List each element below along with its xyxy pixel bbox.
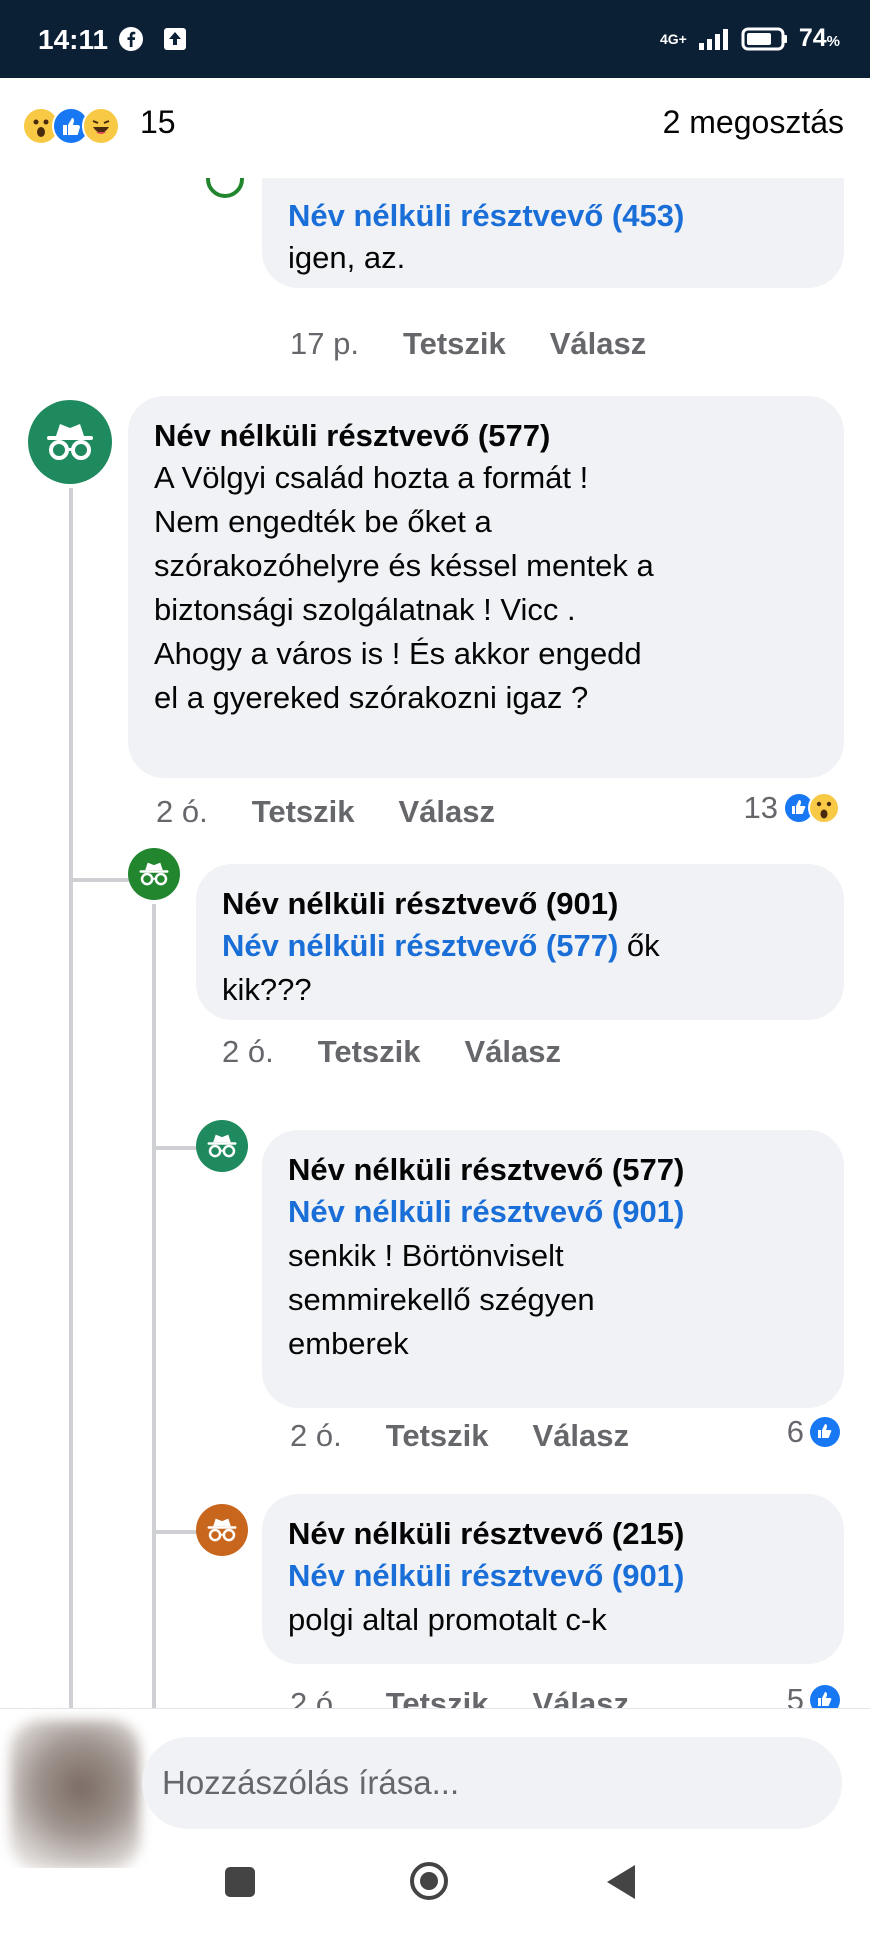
avatar-901[interactable]: [128, 848, 180, 900]
reply-button[interactable]: Válasz: [399, 794, 496, 830]
comment-actions: 17 p. Tetszik Válasz: [290, 326, 646, 362]
comment-line-3: emberek: [288, 1326, 409, 1361]
reaction-count-badge[interactable]: 6: [787, 1414, 842, 1450]
partial-avatar: [206, 178, 244, 198]
comment-line-1: senkik ! Börtönviselt: [288, 1238, 564, 1273]
reaction-number: 6: [786, 1414, 804, 1449]
anonymous-incognito-icon: [207, 1518, 237, 1542]
comment-time: 17 p.: [290, 326, 359, 361]
shares-count[interactable]: 2 megosztás: [663, 104, 844, 141]
user-avatar[interactable]: [10, 1720, 140, 1870]
anonymous-incognito-icon: [47, 424, 93, 460]
battery-icon: [741, 27, 787, 50]
comment-bubble-901: Név nélküli résztvevő (901) Név nélküli …: [196, 864, 844, 1020]
reply-button[interactable]: Válasz: [533, 1686, 630, 1708]
like-button[interactable]: Tetszik: [386, 1418, 489, 1454]
reaction-number: 13: [743, 790, 778, 825]
comment-line-6: el a gyereked szórakozni igaz ?: [154, 680, 589, 715]
like-button[interactable]: Tetszik: [252, 794, 355, 830]
comment-actions: 2 ó. Tetszik Válasz: [222, 1034, 561, 1070]
back-button[interactable]: [607, 1865, 635, 1899]
status-time: 14:11: [38, 24, 109, 55]
reaction-count-badge[interactable]: 5: [787, 1682, 842, 1708]
comment-line-5: Ahogy a város is ! És akkor engedd: [154, 636, 642, 671]
like-button[interactable]: Tetszik: [386, 1686, 489, 1708]
reply-button[interactable]: Válasz: [465, 1034, 562, 1070]
anonymous-incognito-icon: [139, 862, 169, 886]
status-right: 4G+ 74%: [660, 24, 840, 53]
mention-link[interactable]: Név nélküli résztvevő (901): [288, 1554, 818, 1598]
avatar-577-nested[interactable]: [196, 1120, 248, 1172]
comment-text: ők: [618, 928, 660, 963]
mention-link[interactable]: Név nélküli résztvevő (453): [288, 196, 818, 236]
comment-text: igen, az.: [288, 240, 406, 275]
thread-line: [69, 488, 73, 1708]
reply-connector: [152, 1530, 198, 1534]
comment-line-3: szórakozóhelyre és késsel mentek a: [154, 548, 654, 583]
mention-link[interactable]: Név nélküli résztvevő (577): [222, 928, 618, 963]
anonymous-incognito-icon: [207, 1134, 237, 1158]
like-reaction-icon: [810, 1417, 840, 1447]
battery-percent: 74: [798, 24, 827, 52]
reply-button[interactable]: Válasz: [550, 326, 647, 362]
comment-line-1: A Völgyi család hozta a formát !: [154, 460, 589, 495]
reply-button[interactable]: Válasz: [533, 1418, 630, 1454]
haha-reaction-icon: [82, 107, 120, 145]
like-reaction-icon: [810, 1685, 840, 1708]
comment-actions: 2 ó. Tetszik Válasz: [156, 794, 495, 830]
comment-bubble-215: Név nélküli résztvevő (215) Név nélküli …: [262, 1494, 844, 1664]
comment-bubble-577-reply: Név nélküli résztvevő (577) Név nélküli …: [262, 1130, 844, 1408]
comment-author[interactable]: Név nélküli résztvevő (901): [222, 884, 818, 924]
reaction-count[interactable]: 15: [140, 104, 176, 141]
comment-time: 2 ó.: [222, 1034, 274, 1069]
comment-time: 2 ó.: [290, 1686, 342, 1708]
comment-bubble-453: Név nélküli résztvevő (453) igen, az.: [262, 178, 844, 288]
thread-line-nested: [152, 904, 156, 1708]
comment-line-4: biztonsági szolgálatnak ! Vicc .: [154, 592, 576, 627]
facebook-icon: [119, 27, 143, 51]
comment-actions: 2 ó. Tetszik Válasz: [290, 1418, 629, 1454]
comment-author[interactable]: Név nélküli résztvevő (577): [154, 416, 818, 456]
comment-actions: 2 ó. Tetszik Válasz: [290, 1686, 629, 1708]
comment-time: 2 ó.: [156, 794, 208, 829]
comment-bubble-577: Név nélküli résztvevő (577) A Völgyi csa…: [128, 396, 844, 778]
reaction-number: 5: [786, 1682, 804, 1708]
signal-icon: [698, 28, 728, 50]
battery-unit: %: [826, 33, 840, 50]
status-bar: 14:11 4G+ 74%: [0, 0, 870, 78]
network-label: 4G+: [659, 30, 687, 47]
comment-text: polgi altal promotalt c-k: [288, 1602, 607, 1637]
like-button[interactable]: Tetszik: [318, 1034, 421, 1070]
comment-input[interactable]: Hozzászólás írása...: [142, 1737, 842, 1829]
reply-connector: [152, 1146, 198, 1150]
like-button[interactable]: Tetszik: [403, 326, 506, 362]
home-button[interactable]: [410, 1862, 448, 1900]
reaction-summary[interactable]: [22, 107, 120, 145]
reaction-count-badge[interactable]: 13: [744, 790, 842, 826]
like-wow-reaction-icon: [783, 792, 840, 824]
comment-author[interactable]: Név nélküli résztvevő (215): [288, 1514, 818, 1554]
reply-connector: [69, 878, 129, 882]
upload-notification-icon: [164, 28, 186, 50]
comment-author[interactable]: Név nélküli résztvevő (577): [288, 1150, 818, 1190]
comment-thread: Név nélküli résztvevő (453) igen, az. 17…: [0, 178, 870, 1708]
avatar-215[interactable]: [196, 1504, 248, 1556]
comment-line-2: Nem engedték be őket a: [154, 504, 492, 539]
mention-link[interactable]: Név nélküli résztvevő (901): [288, 1190, 818, 1234]
comment-text-continued: kik???: [222, 972, 312, 1007]
avatar-577[interactable]: [28, 400, 112, 484]
recent-apps-button[interactable]: [225, 1867, 255, 1897]
comment-time: 2 ó.: [290, 1418, 342, 1453]
comment-line-2: semmirekellő szégyen: [288, 1282, 595, 1317]
